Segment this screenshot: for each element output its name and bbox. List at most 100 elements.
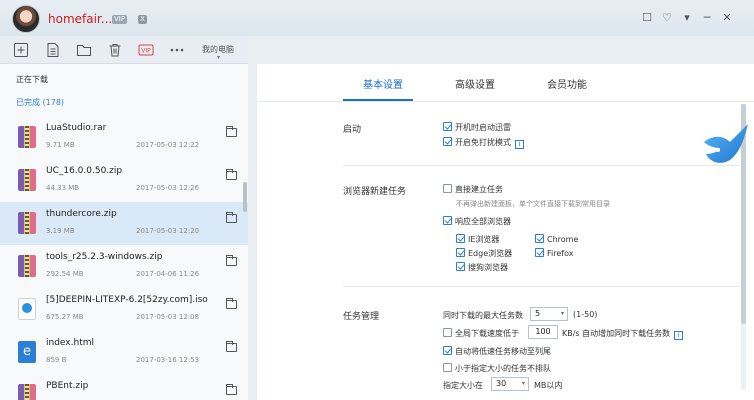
details-button[interactable] (45, 42, 61, 58)
close-icon[interactable]: ✕ (720, 11, 734, 25)
skip-small-label: 小于指定大小的任务不排队 (455, 364, 551, 373)
toolbar: VIP 我的电脑 ▾ (0, 36, 248, 64)
open-folder-icon[interactable] (226, 384, 237, 395)
respond-all-browsers-checkbox[interactable]: 响应全部浏览器 (443, 216, 511, 227)
checkbox-checked-icon (443, 122, 452, 131)
size-unit: MB以内 (534, 381, 563, 390)
browser-task-label: 浏览器新建任务 (343, 187, 407, 197)
checkbox-checked-icon (443, 346, 452, 355)
info-icon[interactable]: i (515, 140, 524, 149)
max-tasks-value: 5 (535, 309, 541, 318)
settings-tabs: 基本设置 高级设置 会员功能 (257, 64, 754, 102)
file-size: 9.71 MB (46, 141, 75, 149)
minimize-icon[interactable]: ─ (700, 11, 714, 25)
open-folder-icon[interactable] (226, 298, 237, 309)
file-list: LuaStudio.rar 9.71 MB 2017-05-03 12:22 UC_1… (0, 116, 248, 400)
username[interactable]: homefair... (48, 12, 112, 26)
menu-icon[interactable]: ▾ (680, 11, 694, 25)
max-tasks-range: (1-50) (573, 310, 598, 319)
vip-x-badge: X (138, 15, 147, 24)
active-tab-indicator (343, 99, 413, 101)
sogou-browser-checkbox[interactable]: 搜狗浏览器 (456, 262, 508, 273)
file-row[interactable]: UC_16.0.0.50.zip 44.33 MB 2017-05-03 12:26 (0, 159, 248, 202)
section-completed[interactable]: 已完成 (178) (16, 97, 64, 108)
open-folder-icon[interactable] (226, 169, 237, 180)
skip-small-tasks-checkbox[interactable]: 小于指定大小的任务不排队 (443, 363, 551, 374)
avatar[interactable] (12, 5, 40, 33)
ie-browser-checkbox[interactable]: IE浏览器 (456, 234, 499, 245)
open-folder-icon[interactable] (226, 341, 237, 352)
open-folder-icon[interactable] (226, 212, 237, 223)
chrome-browser-checkbox[interactable]: Chrome (535, 234, 578, 244)
archive-file-icon (18, 169, 36, 191)
divider (343, 165, 739, 166)
more-button[interactable] (169, 42, 185, 58)
file-size: 44.33 MB (46, 184, 80, 192)
checkbox-unchecked-icon (443, 328, 452, 337)
more-dots-icon (170, 48, 184, 52)
sogou-browser-label: 搜狗浏览器 (468, 263, 508, 272)
thunder-bird-icon[interactable] (700, 120, 754, 170)
ie-browser-label: IE浏览器 (468, 235, 500, 244)
speed-limit-checkbox[interactable]: 全局下载速度低于 (443, 328, 519, 339)
speed-limit-label: 全局下载速度低于 (455, 329, 519, 338)
speed-limit-input[interactable]: 100 (528, 325, 558, 339)
speed-limit-suffix: KB/s 自动增加同时下载任务数 i (562, 328, 684, 340)
file-row[interactable]: e index.html 859 B 2017-03-16 12:53 (0, 331, 248, 374)
tab-member-features[interactable]: 会员功能 (547, 76, 587, 91)
file-row[interactable]: tools_r25.2.3-windows.zip 292.54 MB 2017-0… (0, 245, 248, 288)
chevron-down-icon[interactable]: ▾ (217, 54, 220, 61)
open-folder-icon[interactable] (226, 255, 237, 266)
file-date: 2017-05-03 12:26 (136, 184, 200, 192)
checkbox-checked-icon (535, 234, 544, 243)
open-folder-button[interactable] (76, 42, 92, 58)
folder-icon (77, 45, 91, 56)
quiet-mode-checkbox[interactable]: 开启免打扰模式 i (443, 137, 524, 149)
file-row[interactable]: [5]DEEPIN-LITEXP-6.2[52zy.com].iso 675.27… (0, 288, 248, 331)
auto-start-checkbox[interactable]: 开机时启动迅雷 (443, 122, 511, 133)
move-slow-tasks-checkbox[interactable]: 自动将低速任务移动至列尾 (443, 346, 551, 357)
vip-badge: VIP (112, 15, 128, 24)
size-label: 指定大小在 (443, 381, 483, 390)
tab-basic-settings[interactable]: 基本设置 (363, 76, 403, 91)
size-select[interactable]: 30 ▾ (491, 377, 529, 391)
direct-create-checkbox[interactable]: 直接建立任务 (443, 184, 503, 195)
disc-image-file-icon (18, 298, 36, 320)
chevron-down-icon: ▾ (560, 310, 564, 317)
edge-browser-checkbox[interactable]: Edge浏览器 (456, 248, 512, 259)
checkbox-unchecked-icon (443, 184, 452, 193)
checkbox-checked-icon (456, 262, 465, 271)
settings-panel: 基本设置 高级设置 会员功能 启动 开机时启动迅雷 开启免打扰模式 i 浏览器新建… (257, 64, 754, 400)
file-name: thundercore.zip (46, 209, 117, 219)
title-bar: homefair... VIP X ☐ ♡ ▾ ─ ✕ (0, 0, 754, 36)
file-size: 3.19 MB (46, 227, 75, 235)
list-scrollbar[interactable] (243, 182, 247, 212)
file-date: 2017-03-16 12:53 (136, 356, 200, 364)
size-value: 30 (496, 379, 507, 388)
archive-file-icon (18, 384, 36, 400)
feedback-icon[interactable]: ♡ (660, 11, 674, 25)
task-management-label: 任务管理 (343, 312, 380, 322)
respond-all-label: 响应全部浏览器 (455, 217, 511, 226)
file-name: index.html (46, 338, 94, 348)
skin-icon[interactable]: ☐ (640, 11, 654, 25)
checkbox-checked-icon (456, 234, 465, 243)
file-row[interactable]: LuaStudio.rar 9.71 MB 2017-05-03 12:22 (0, 116, 248, 159)
section-downloading[interactable]: 正在下载 (16, 74, 48, 85)
startup-label: 启动 (343, 125, 362, 135)
tab-advanced-settings[interactable]: 高级设置 (455, 76, 495, 91)
file-size: 292.54 MB (46, 270, 84, 278)
file-row[interactable]: PBEnt.zip439.01 MB2017-03-13 14:21 (0, 374, 248, 400)
open-folder-icon[interactable] (226, 126, 237, 137)
info-icon[interactable]: i (674, 331, 684, 340)
vip-button[interactable]: VIP (138, 42, 154, 58)
trash-icon (109, 44, 121, 57)
checkbox-checked-icon (443, 137, 452, 146)
file-row[interactable]: thundercore.zip 3.19 MB 2017-05-03 12:20 (0, 202, 248, 245)
max-tasks-select[interactable]: 5 ▾ (530, 307, 568, 321)
new-task-button[interactable] (13, 42, 29, 58)
firefox-browser-checkbox[interactable]: Firefox (535, 248, 573, 258)
archive-file-icon (18, 212, 36, 234)
delete-button[interactable] (107, 42, 123, 58)
file-size: 675.27 MB (46, 313, 84, 321)
